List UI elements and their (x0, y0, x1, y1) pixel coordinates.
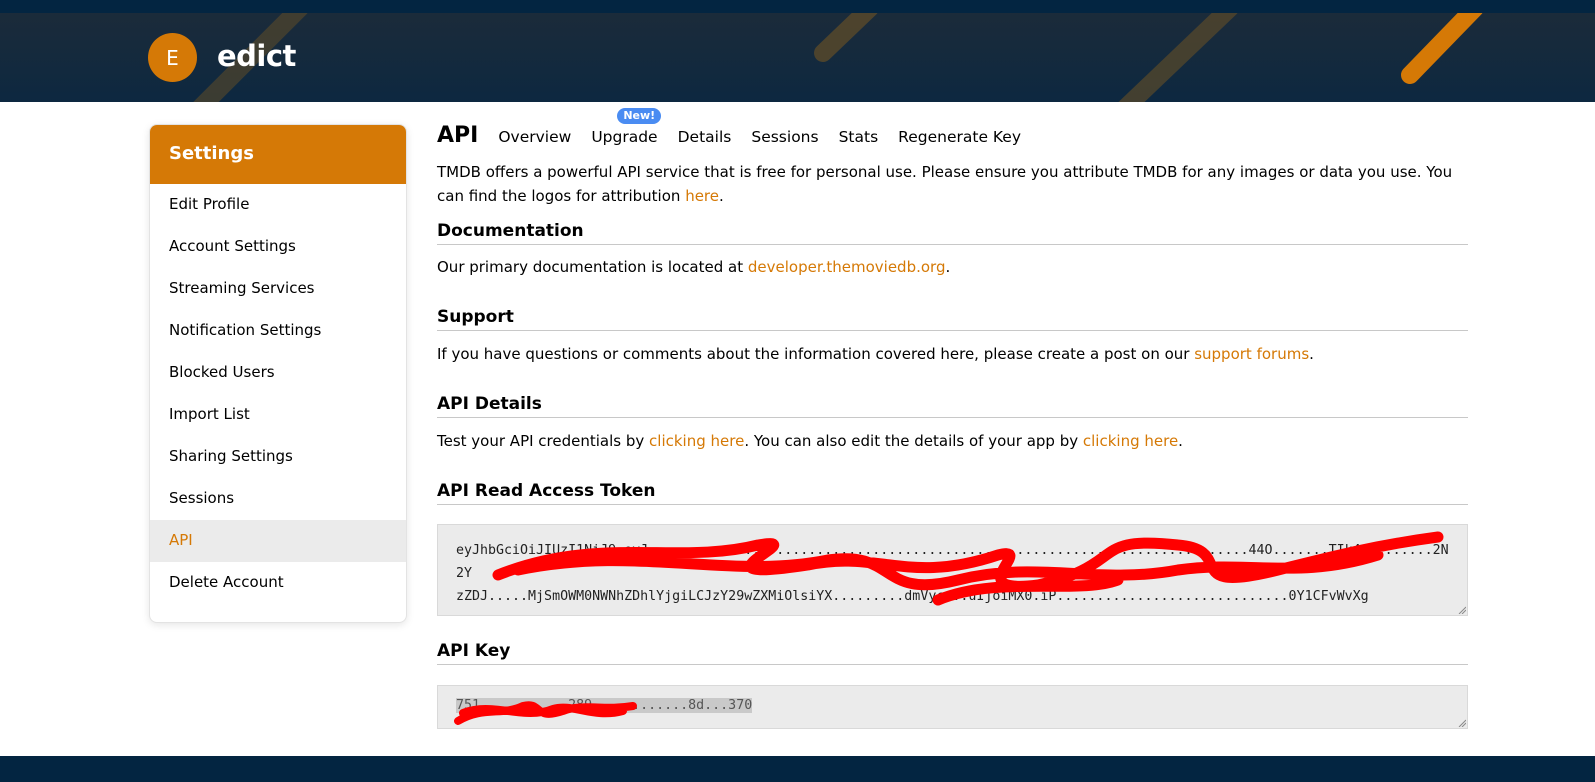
intro-end: . (719, 187, 724, 205)
settings-sidebar: Settings Edit Profile Account Settings S… (149, 124, 407, 623)
new-badge: New! (617, 108, 662, 124)
sidebar-item-sessions[interactable]: Sessions (150, 478, 406, 520)
api-tabs: API Overview New! Upgrade Details Sessio… (437, 108, 1041, 153)
resize-handle-icon[interactable] (1458, 719, 1466, 727)
documentation-body: Our primary documentation is located at (437, 258, 748, 276)
sidebar-item-edit-profile[interactable]: Edit Profile (150, 184, 406, 226)
tab-stats[interactable]: Stats (839, 128, 879, 146)
sidebar-item-api[interactable]: API (150, 520, 406, 562)
support-end: . (1309, 345, 1314, 363)
top-strip (0, 0, 1595, 13)
sidebar-item-streaming-services[interactable]: Streaming Services (150, 268, 406, 310)
sidebar-title: Settings (150, 125, 406, 184)
documentation-end: . (945, 258, 951, 276)
avatar[interactable]: E (148, 33, 197, 82)
edit-app-link[interactable]: clicking here (1083, 432, 1178, 450)
tab-details[interactable]: Details (678, 128, 732, 146)
api-details-body-2: . You can also edit the details of your … (744, 432, 1083, 450)
sidebar-item-blocked-users[interactable]: Blocked Users (150, 352, 406, 394)
support-forums-link[interactable]: support forums (1194, 345, 1309, 363)
avatar-initial: E (166, 45, 179, 70)
api-details-text: Test your API credentials by clicking he… (437, 432, 1468, 450)
developer-docs-link[interactable]: developer.themoviedb.org (748, 258, 946, 276)
api-details-body-1: Test your API credentials by (437, 432, 650, 450)
intro-text: TMDB offers a powerful API service that … (437, 160, 1468, 208)
sidebar-item-notification-settings[interactable]: Notification Settings (150, 310, 406, 352)
sidebar-item-delete-account[interactable]: Delete Account (150, 562, 406, 604)
tab-sessions[interactable]: Sessions (751, 128, 818, 146)
resize-handle-icon[interactable] (1458, 606, 1466, 614)
documentation-heading: Documentation (437, 221, 1468, 245)
api-details-end: . (1178, 432, 1183, 450)
api-key-value: 751...........289............8d...370 (456, 698, 753, 713)
token-line-2: zZDJ.....MjSmOWM0NWNhZDhlYjgiLCJzY29wZXM… (456, 589, 1369, 604)
username[interactable]: edict (217, 39, 296, 73)
sidebar-item-account-settings[interactable]: Account Settings (150, 226, 406, 268)
sidebar-item-sharing-settings[interactable]: Sharing Settings (150, 436, 406, 478)
tab-upgrade[interactable]: New! Upgrade (591, 108, 662, 146)
attribution-link[interactable]: here (685, 187, 719, 205)
support-heading: Support (437, 307, 1468, 331)
tab-overview[interactable]: Overview (498, 128, 571, 146)
tab-upgrade-label: Upgrade (591, 128, 658, 146)
read-token-heading: API Read Access Token (437, 481, 1468, 505)
token-line-1: eyJhbGciOiJIUzI1NiJ9.eyJ................… (456, 543, 1449, 581)
documentation-text: Our primary documentation is located at … (437, 258, 1468, 276)
api-details-heading: API Details (437, 394, 1468, 418)
api-key-field[interactable]: 751...........289............8d...370 (437, 685, 1468, 729)
support-body: If you have questions or comments about … (437, 345, 1195, 363)
page-title: API (437, 123, 479, 148)
test-credentials-link[interactable]: clicking here (649, 432, 744, 450)
site-header: E edict (0, 13, 1595, 102)
intro-body: TMDB offers a powerful API service that … (437, 163, 1453, 205)
tab-regenerate-key[interactable]: Regenerate Key (898, 128, 1021, 146)
site-footer (0, 756, 1595, 782)
read-access-token-field[interactable]: eyJhbGciOiJIUzI1NiJ9.eyJ................… (437, 524, 1468, 616)
support-text: If you have questions or comments about … (437, 345, 1468, 363)
sidebar-item-import-list[interactable]: Import List (150, 394, 406, 436)
api-key-heading: API Key (437, 641, 1468, 665)
